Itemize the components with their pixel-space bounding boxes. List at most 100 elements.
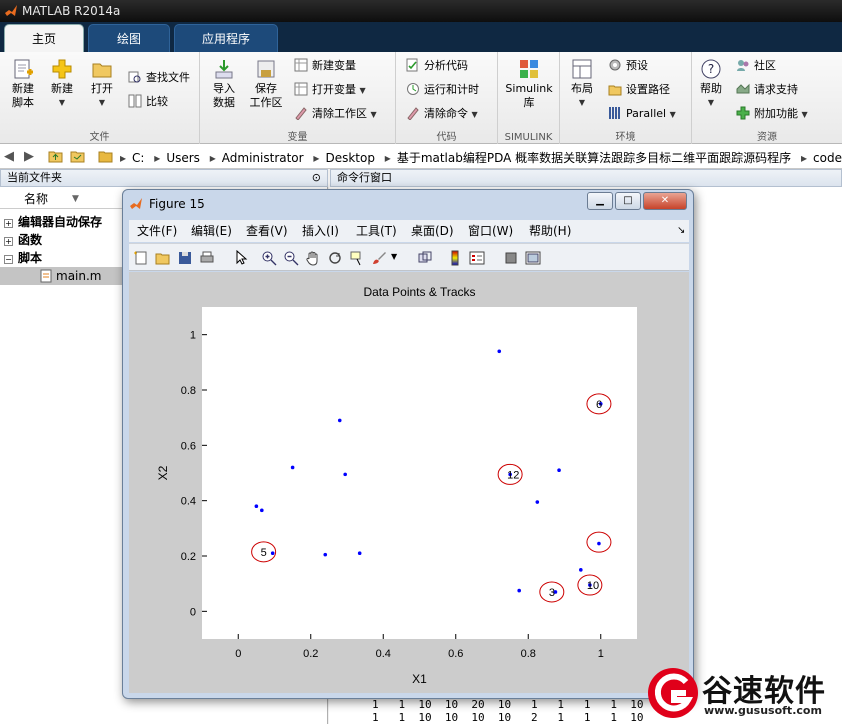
data-cursor-icon[interactable] xyxy=(349,250,365,266)
x-tick-label: 0.8 xyxy=(521,648,536,660)
layout-button[interactable]: 布局 ▼ xyxy=(564,58,600,110)
menu-tools[interactable]: 工具(T) xyxy=(356,220,397,242)
tree-item-scripts[interactable]: − 脚本 xyxy=(4,249,42,267)
new-figure-icon[interactable] xyxy=(133,250,149,266)
clear-workspace-icon xyxy=(295,107,307,120)
legend-icon[interactable] xyxy=(469,250,485,266)
address-bar: ◀ ▶ ▸ C: ▸ Users ▸ Administrator ▸ Desktop ▸… xyxy=(0,144,842,169)
clear-commands-button[interactable]: 清除命令 ▼ xyxy=(406,106,478,123)
clear-workspace-button[interactable]: 清除工作区 ▼ xyxy=(294,106,377,123)
crumb-code[interactable]: code xyxy=(813,151,842,165)
save-icon[interactable] xyxy=(177,250,193,266)
simulink-library-button[interactable]: Simulink 库 xyxy=(502,58,556,110)
open-variable-button[interactable]: 打开变量 ▼ xyxy=(294,82,366,99)
print-icon[interactable] xyxy=(199,250,215,266)
menu-desktop[interactable]: 桌面(D) xyxy=(411,220,454,242)
brush-icon[interactable] xyxy=(371,250,387,266)
current-folder-header: 当前文件夹 ⊙ xyxy=(0,169,328,187)
simulink-icon xyxy=(520,60,538,78)
figure-title: Figure 15 xyxy=(149,197,205,211)
x-tick-label: 0.6 xyxy=(448,648,463,660)
save-workspace-button[interactable]: 保存 工作区 xyxy=(246,58,286,110)
pointer-icon[interactable] xyxy=(233,250,249,266)
run-and-time-button[interactable]: 运行和计时 xyxy=(406,82,479,98)
crumb-administrator[interactable]: Administrator xyxy=(222,151,304,165)
tree-item-autosave[interactable]: + 编辑器自动保存 xyxy=(4,213,102,231)
import-data-button[interactable]: 导入 数据 xyxy=(206,58,242,110)
back-icon[interactable]: ◀ xyxy=(4,149,14,164)
script-file-icon xyxy=(40,269,52,283)
y-axis-label: X2 xyxy=(156,465,170,480)
addons-button[interactable]: 附加功能 ▼ xyxy=(736,106,808,123)
menu-window[interactable]: 窗口(W) xyxy=(468,220,513,242)
menu-edit[interactable]: 编辑(E) xyxy=(191,220,232,242)
maximize-button[interactable]: □ xyxy=(615,192,641,210)
colorbar-icon[interactable] xyxy=(447,250,463,266)
ribbon-group-variable: 导入 数据 保存 工作区 新建变量 打开变量 ▼ 清除工作区 ▼ 变量 xyxy=(200,52,396,144)
menu-insert[interactable]: 插入(I) xyxy=(302,220,339,242)
ribbon-group-file: 新建 脚本 新建 ▼ 打开 ▼ 查找文件 比较 文件 xyxy=(0,52,200,144)
preferences-button[interactable]: 预设 xyxy=(608,58,648,74)
brush-dropdown-icon[interactable]: ▼ xyxy=(391,252,397,261)
y-tick-label: 1 xyxy=(190,330,196,342)
ribbon-group-resources: ? 帮助 ▼ 社区 请求支持 附加功能 ▼ 资源 xyxy=(692,52,842,144)
rotate-3d-icon[interactable] xyxy=(327,250,343,266)
group-label-code: 代码 xyxy=(436,132,457,143)
new-script-button[interactable]: 新建 脚本 xyxy=(6,58,40,110)
open-file-icon[interactable] xyxy=(155,250,171,266)
crumb-users[interactable]: Users xyxy=(166,151,200,165)
community-button[interactable]: 社区 xyxy=(736,58,776,74)
help-icon: ? xyxy=(701,59,721,79)
link-plot-icon[interactable] xyxy=(417,250,433,266)
new-button[interactable]: 新建 ▼ xyxy=(46,58,78,110)
group-label-simulink: SIMULINK xyxy=(504,132,553,143)
minimize-button[interactable]: ▁ xyxy=(587,192,613,210)
show-plot-tools-icon[interactable] xyxy=(525,250,541,266)
collapse-icon[interactable]: − xyxy=(4,255,13,264)
zoom-out-icon[interactable] xyxy=(283,250,299,266)
new-variable-button[interactable]: 新建变量 xyxy=(294,58,356,74)
svg-text:?: ? xyxy=(708,62,714,76)
pan-hand-icon[interactable] xyxy=(305,250,321,266)
data-point xyxy=(343,472,347,477)
breadcrumb: ▸ C: ▸ Users ▸ Administrator ▸ Desktop ▸ 基于ma… xyxy=(120,151,842,165)
run-time-icon xyxy=(407,83,419,95)
close-button[interactable]: ✕ xyxy=(643,192,687,210)
request-support-button[interactable]: 请求支持 xyxy=(736,82,798,98)
tree-item-functions[interactable]: + 函数 xyxy=(4,231,42,249)
watermark: 谷速软件 www.gususoft.com xyxy=(642,662,842,724)
folder-icon xyxy=(98,151,113,163)
up-folder-icon[interactable] xyxy=(48,149,63,163)
file-name: main.m xyxy=(56,269,102,283)
menu-help[interactable]: 帮助(H) xyxy=(529,220,571,242)
hide-plot-tools-icon[interactable] xyxy=(503,250,519,266)
compare-button[interactable]: 比较 xyxy=(128,94,168,110)
data-point xyxy=(323,552,328,557)
crumb-desktop[interactable]: Desktop xyxy=(325,151,375,165)
forward-icon[interactable]: ▶ xyxy=(24,149,34,164)
analyze-code-icon xyxy=(406,58,418,72)
dock-arrow-icon[interactable]: ↘ xyxy=(677,220,685,242)
menu-file[interactable]: 文件(F) xyxy=(137,220,177,242)
parallel-button[interactable]: Parallel ▼ xyxy=(608,106,676,123)
support-icon xyxy=(736,83,750,94)
open-button[interactable]: 打开 ▼ xyxy=(86,58,118,110)
set-path-button[interactable]: 设置路径 xyxy=(608,82,670,98)
crumb-drive[interactable]: C: xyxy=(132,151,144,165)
browse-folder-icon[interactable] xyxy=(70,149,85,163)
tab-home[interactable]: 主页 xyxy=(4,24,84,52)
open-variable-icon xyxy=(294,82,308,96)
menu-view[interactable]: 查看(V) xyxy=(246,220,288,242)
find-files-button[interactable]: 查找文件 xyxy=(128,70,190,86)
expand-icon[interactable]: + xyxy=(4,237,13,246)
scatter-plot[interactable]: Data Points & Tracks 0 0.2 0.4 0.6 0.8 1 0 0.2… xyxy=(129,272,689,693)
clear-commands-icon xyxy=(407,107,419,120)
tab-apps[interactable]: 应用程序 xyxy=(174,24,278,52)
tab-plots[interactable]: 绘图 xyxy=(88,24,170,52)
zoom-in-icon[interactable] xyxy=(261,250,277,266)
analyze-code-button[interactable]: 分析代码 xyxy=(406,58,468,74)
crumb-project[interactable]: 基于matlab编程PDA 概率数据关联算法跟踪多目标二维平面跟踪源码程序 xyxy=(397,151,791,165)
panel-menu-icon[interactable]: ⊙ xyxy=(312,170,321,186)
expand-icon[interactable]: + xyxy=(4,219,13,228)
help-button[interactable]: ? 帮助 ▼ xyxy=(696,58,726,110)
